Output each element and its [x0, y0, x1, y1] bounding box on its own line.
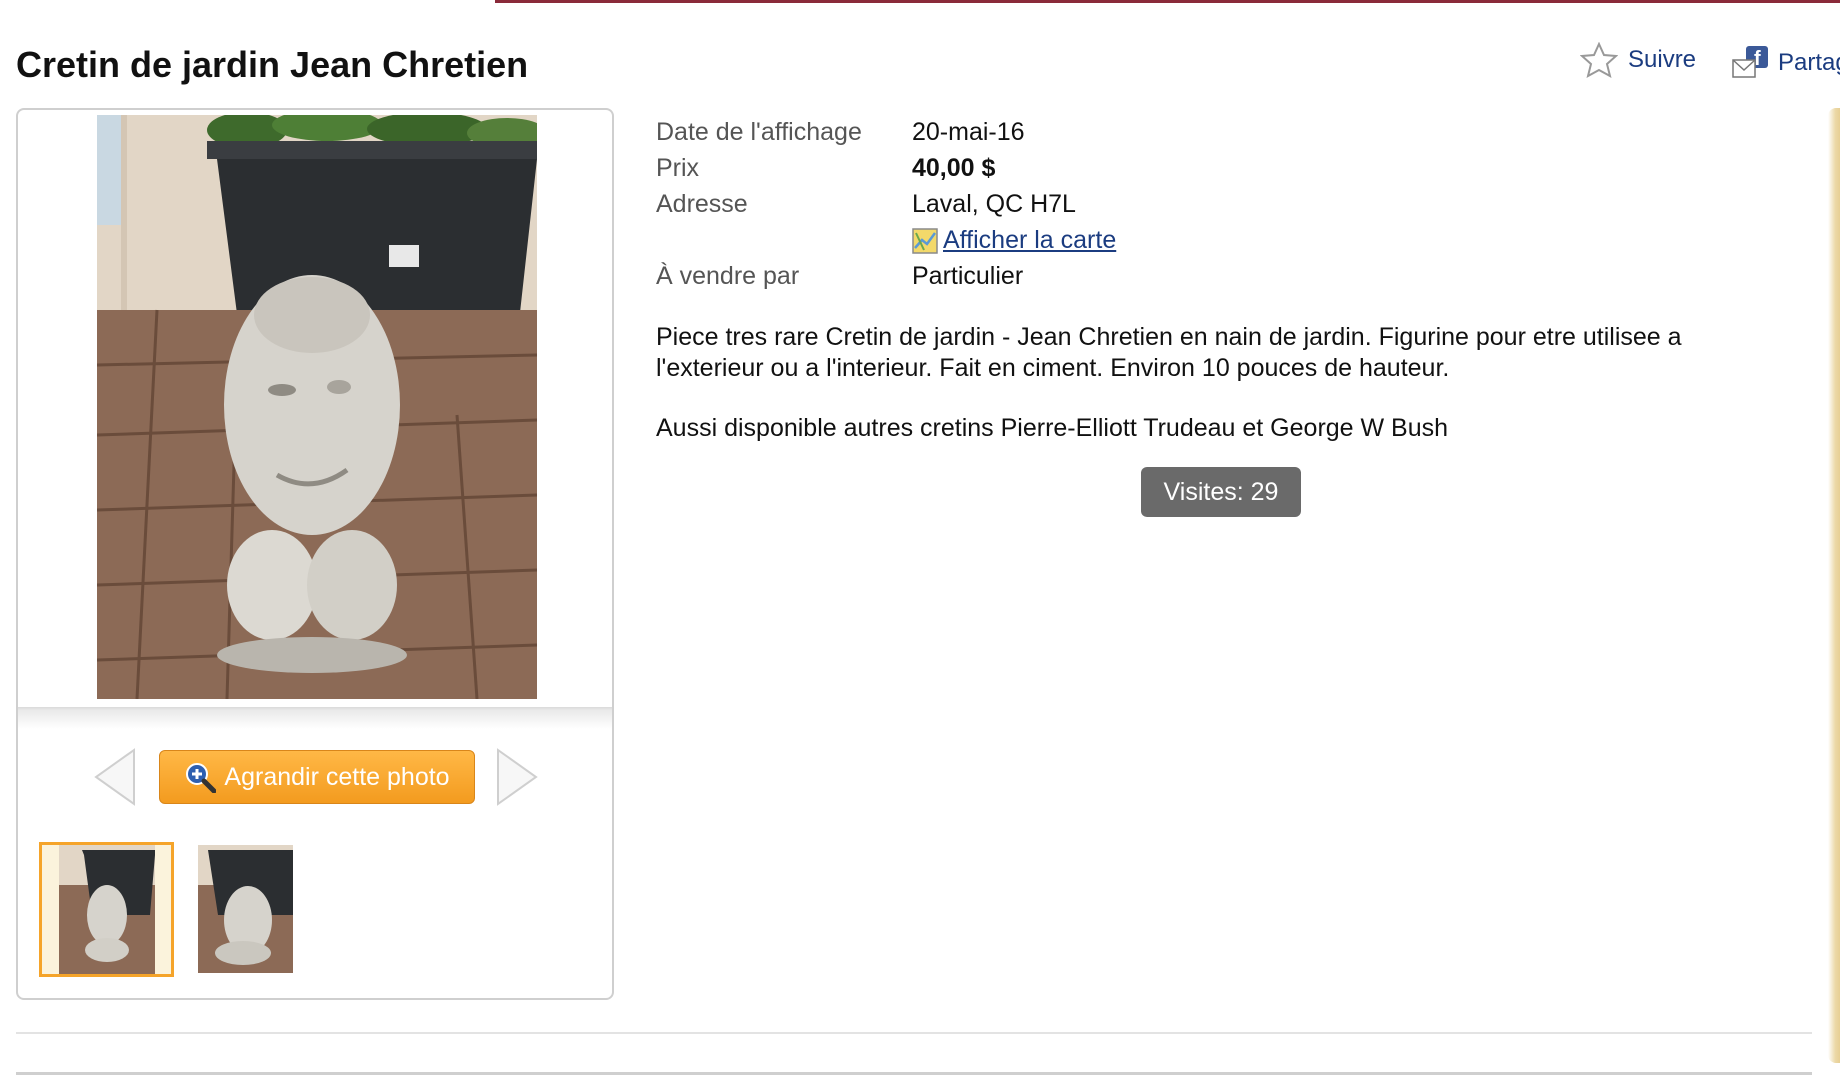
section-divider — [16, 1032, 1812, 1034]
detail-label: Prix — [656, 154, 700, 182]
follow-label: Suivre — [1628, 46, 1697, 73]
enlarge-photo-label: Agrandir cette photo — [224, 762, 450, 791]
thumbnail-2[interactable] — [198, 845, 293, 973]
next-photo-button[interactable] — [496, 748, 538, 811]
detail-label: À vendre par — [656, 262, 800, 290]
previous-photo-button[interactable] — [94, 748, 136, 811]
enlarge-photo-button[interactable]: Agrandir cette photo — [159, 750, 475, 804]
top-rule — [495, 0, 1840, 3]
arrow-right-icon — [497, 748, 538, 806]
main-photo[interactable] — [97, 115, 537, 699]
facebook-envelope-icon: f — [1732, 46, 1768, 78]
follow-button[interactable]: Suivre — [1580, 42, 1696, 78]
price-value: 40,00 $ — [912, 154, 996, 182]
map-icon — [912, 227, 938, 254]
section-divider — [16, 1072, 1812, 1075]
detail-value: 20-mai-16 — [912, 118, 1025, 146]
gallery-divider — [18, 707, 612, 729]
sidebar-edge — [1828, 108, 1840, 1063]
show-map-text[interactable]: Afficher la carte — [943, 226, 1116, 255]
page-title: Cretin de jardin Jean Chretien — [16, 44, 529, 85]
detail-label: Date de l'affichage — [656, 118, 862, 146]
listing-description: Piece tres rare Cretin de jardin - Jean … — [656, 322, 1736, 473]
visits-counter: Visites: 29 — [1141, 467, 1301, 517]
address-value: Laval, QC H7L — [912, 190, 1076, 218]
magnifier-plus-icon — [186, 763, 217, 793]
seller-value: Particulier — [912, 262, 1024, 290]
description-paragraph: Piece tres rare Cretin de jardin - Jean … — [656, 323, 1682, 382]
description-paragraph: Aussi disponible autres cretins Pierre-E… — [656, 414, 1449, 442]
share-button[interactable]: f Partag — [1732, 46, 1840, 80]
thumbnail-1[interactable] — [39, 842, 174, 977]
show-map-link[interactable]: Afficher la carte — [912, 226, 1116, 255]
photo-gallery: Agrandir cette photo — [16, 108, 614, 1000]
arrow-left-icon — [94, 748, 135, 806]
star-outline-icon — [1580, 42, 1618, 78]
share-label: Partag — [1778, 49, 1840, 76]
detail-label: Adresse — [656, 190, 748, 218]
